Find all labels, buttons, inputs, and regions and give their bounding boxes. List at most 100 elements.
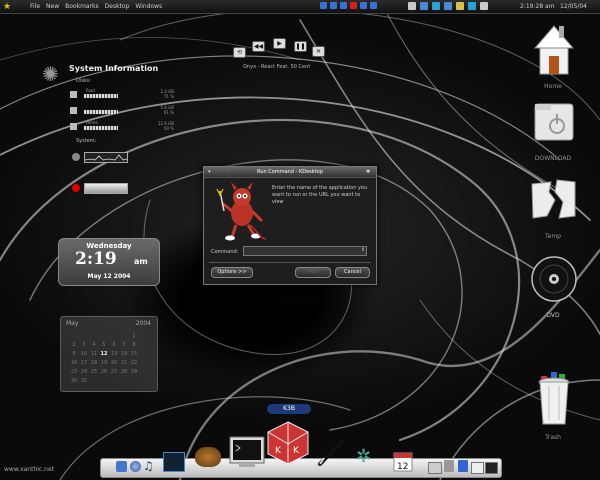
dock-screen-icon[interactable] <box>485 462 498 474</box>
calendar-day[interactable]: 14 <box>119 349 129 358</box>
desktop-icon-temp[interactable]: Temp <box>523 176 583 242</box>
calendar-day[interactable]: 7 <box>119 340 129 349</box>
menu-file[interactable]: File <box>30 3 40 10</box>
dvd-icon <box>531 256 577 302</box>
battery-icon[interactable] <box>480 2 488 10</box>
command-input[interactable] <box>243 246 367 256</box>
calendar-day[interactable]: 5 <box>99 340 109 349</box>
calendar-day[interactable]: 17 <box>79 358 89 367</box>
dialog-description: Enter the name of the application you wa… <box>272 185 368 205</box>
disk-row: Home 12.6 GB 59 % <box>70 120 190 134</box>
calendar-day[interactable]: 27 <box>109 367 119 376</box>
menu-windows[interactable]: Windows <box>135 3 162 10</box>
calendar-day[interactable]: 28 <box>119 367 129 376</box>
calendar-day[interactable]: 12 <box>99 349 109 358</box>
media-tray-icon[interactable] <box>468 2 476 10</box>
play-icon[interactable] <box>330 2 337 9</box>
calendar-day[interactable]: 19 <box>99 358 109 367</box>
dock-calendar-icon[interactable]: 12 <box>393 452 413 472</box>
calendar-day <box>99 376 109 385</box>
disk-values: 12.6 GB 59 % <box>157 121 174 131</box>
calendar-day[interactable]: 20 <box>109 358 119 367</box>
calendar-day <box>129 376 139 385</box>
calendar-day[interactable]: 18 <box>89 358 99 367</box>
network-icon[interactable] <box>420 2 428 10</box>
menu-new[interactable]: New <box>46 3 59 10</box>
gear-icon[interactable]: ✱ <box>366 169 372 175</box>
panel-date[interactable]: 12/05/04 <box>560 3 587 10</box>
clock-time: 2:19 <box>75 249 117 269</box>
dock-pen-icon[interactable] <box>316 438 346 466</box>
pause-button[interactable]: ❚❚ <box>294 41 307 52</box>
calendar-day[interactable]: 3 <box>79 340 89 349</box>
pause-icon[interactable] <box>340 2 347 9</box>
prev-icon[interactable] <box>320 2 327 9</box>
dock-messenger-icon[interactable]: ✲ <box>356 446 371 467</box>
calendar-day[interactable]: 23 <box>69 367 79 376</box>
kmenu-star-icon[interactable]: ★ <box>0 2 14 12</box>
dock-video-icon[interactable] <box>163 452 185 472</box>
repeat-button[interactable]: ⟲ <box>233 47 246 58</box>
calendar-day[interactable]: 26 <box>99 367 109 376</box>
dock-k3b-icon[interactable]: K K <box>266 420 310 466</box>
desktop-icon-trash[interactable]: Trash <box>523 368 583 446</box>
dock-music-icon[interactable]: ♫ <box>143 459 154 473</box>
chevron-down-icon[interactable]: ⇕ <box>361 247 365 253</box>
calendar-day[interactable]: 16 <box>69 358 79 367</box>
calendar-day[interactable]: 22 <box>129 358 139 367</box>
calendar-day[interactable]: 13 <box>109 349 119 358</box>
desktop-icon-dvd[interactable]: DVD <box>523 256 583 324</box>
calendar-day <box>119 376 129 385</box>
calendar-day[interactable]: 24 <box>79 367 89 376</box>
dock-terminal-icon[interactable] <box>229 436 265 468</box>
calendar-day[interactable]: 30 <box>69 376 79 385</box>
calendar-day[interactable]: 11 <box>89 349 99 358</box>
command-label: Command: <box>211 249 239 255</box>
dock-browser-icon[interactable] <box>130 461 141 472</box>
calendar-day[interactable]: 15 <box>129 349 139 358</box>
calendar-day <box>109 376 119 385</box>
calendar-week: 23 24 25 26 27 28 29 <box>69 367 139 376</box>
desktop-icon-home[interactable]: Home <box>523 20 583 92</box>
panel-clock[interactable]: 2:19:28 am <box>520 3 555 10</box>
desktop-icon-download[interactable]: DOWNLOAD <box>523 100 583 166</box>
disk-name: Root <box>86 88 96 93</box>
calendar-day <box>79 331 89 340</box>
calendar-day[interactable]: 2 <box>69 340 79 349</box>
dock-network-icon[interactable] <box>458 460 468 472</box>
menu-desktop[interactable]: Desktop <box>105 3 130 10</box>
menu-bookmarks[interactable]: Bookmarks <box>65 3 99 10</box>
calendar-day[interactable]: 10 <box>79 349 89 358</box>
close-button[interactable]: ✕ <box>312 46 325 57</box>
update-icon[interactable] <box>444 2 452 10</box>
disk-values: 2.4 GB 71 % <box>160 89 174 99</box>
volume-icon[interactable] <box>370 2 377 9</box>
calendar-day[interactable]: 31 <box>79 376 89 385</box>
run-button[interactable]: Run <box>295 267 331 278</box>
calendar-day[interactable]: 8 <box>129 340 139 349</box>
calendar-day[interactable]: 25 <box>89 367 99 376</box>
notes-icon[interactable] <box>456 2 464 10</box>
calendar-day[interactable]: 29 <box>129 367 139 376</box>
calendar-day[interactable]: 21 <box>119 358 129 367</box>
previous-button[interactable]: ◀◀ <box>252 41 265 52</box>
dock-desktop-icon[interactable] <box>116 461 127 472</box>
dock-mail-icon[interactable] <box>428 462 442 474</box>
calendar-day[interactable]: 4 <box>89 340 99 349</box>
options-button[interactable]: Options >> <box>211 267 253 278</box>
disk-usage-bar <box>84 94 118 98</box>
dock-lock-icon[interactable] <box>444 460 454 472</box>
next-icon[interactable] <box>360 2 367 9</box>
dialog-titlebar[interactable]: ▾ · · Run Command - KDesktop ✱ <box>204 167 376 178</box>
desktop-icon-label: Home <box>544 83 562 90</box>
dock-gimp-icon[interactable] <box>195 447 221 467</box>
calendar-day[interactable]: 6 <box>109 340 119 349</box>
clipboard-icon[interactable] <box>408 2 416 10</box>
dock-files-icon[interactable] <box>471 462 484 474</box>
calendar-day[interactable]: 9 <box>69 349 79 358</box>
kopete-icon[interactable] <box>432 2 440 10</box>
play-button[interactable]: ▶ <box>273 38 286 49</box>
stop-icon[interactable] <box>350 2 357 9</box>
calendar-day[interactable]: 1 <box>129 331 139 340</box>
cancel-button[interactable]: Cancel <box>335 267 370 278</box>
